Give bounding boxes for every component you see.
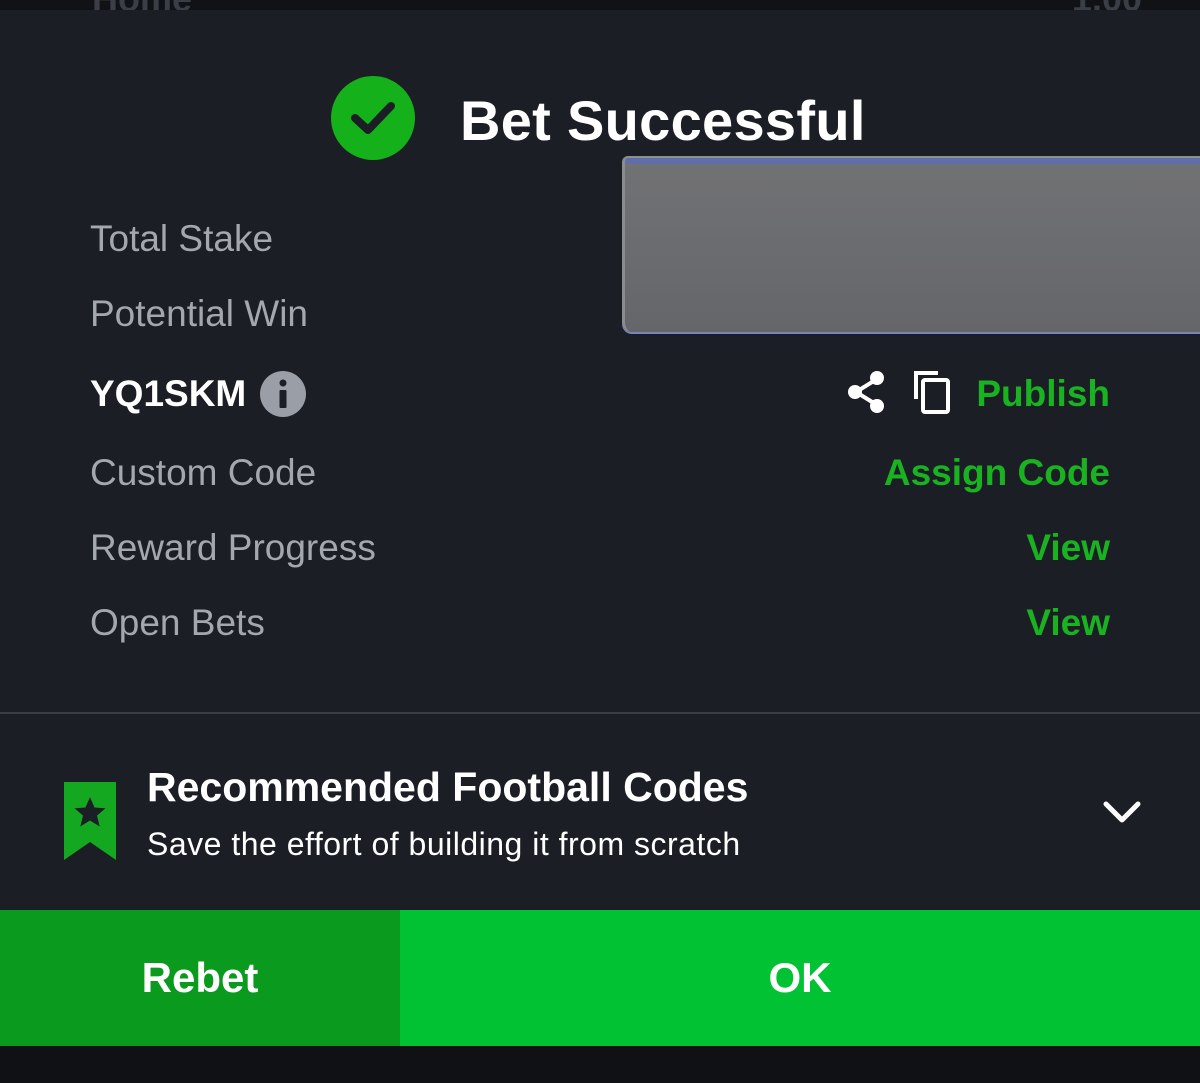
reward-progress-label: Reward Progress [90,527,376,568]
booking-code-row: YQ1SKM Publish [90,369,1110,419]
recommended-title: Recommended Football Codes [147,764,749,810]
open-bets-label: Open Bets [90,602,265,643]
page-title: Bet Successful [460,89,866,152]
check-circle-icon [331,76,415,160]
success-header: Bet Successful [0,74,1200,162]
odds-partial-text: 1.00 [1072,0,1142,10]
chevron-down-icon[interactable] [1100,794,1144,830]
open-bets-row: Open Bets View [90,598,1110,648]
home-partial-text: Home [92,0,192,10]
action-button-bar: Rebet OK [0,910,1200,1046]
share-icon[interactable] [846,370,888,419]
top-status-strip: Home 1.00 [0,0,1200,10]
custom-code-label: Custom Code [90,452,317,493]
ok-button[interactable]: OK [400,910,1200,1046]
info-icon[interactable] [260,371,307,417]
reward-progress-row: Reward Progress View [90,523,1110,573]
assign-code-button[interactable]: Assign Code [884,452,1110,494]
rebet-button[interactable]: Rebet [0,910,400,1046]
custom-code-row: Custom Code Assign Code [90,448,1110,498]
open-bets-view-button[interactable]: View [1026,602,1110,644]
redaction-overlay [622,156,1200,332]
booking-code: YQ1SKM [90,373,247,414]
booking-code-actions: Publish [846,369,1110,420]
reward-progress-view-button[interactable]: View [1026,527,1110,569]
bookmark-star-icon [64,782,116,860]
copy-icon[interactable] [912,369,952,420]
recommended-subtitle: Save the effort of building it from scra… [147,826,741,862]
bet-success-screen: Home 1.00 Bet Successful Total Stake Pot… [0,0,1200,1083]
bottom-strip [0,1046,1200,1083]
recommended-codes-panel[interactable]: Recommended Football Codes Save the effo… [0,714,1200,910]
total-stake-label: Total Stake [90,218,274,259]
booking-code-group: YQ1SKM [90,371,307,417]
potential-win-label: Potential Win [90,293,308,334]
publish-button[interactable]: Publish [976,373,1110,415]
